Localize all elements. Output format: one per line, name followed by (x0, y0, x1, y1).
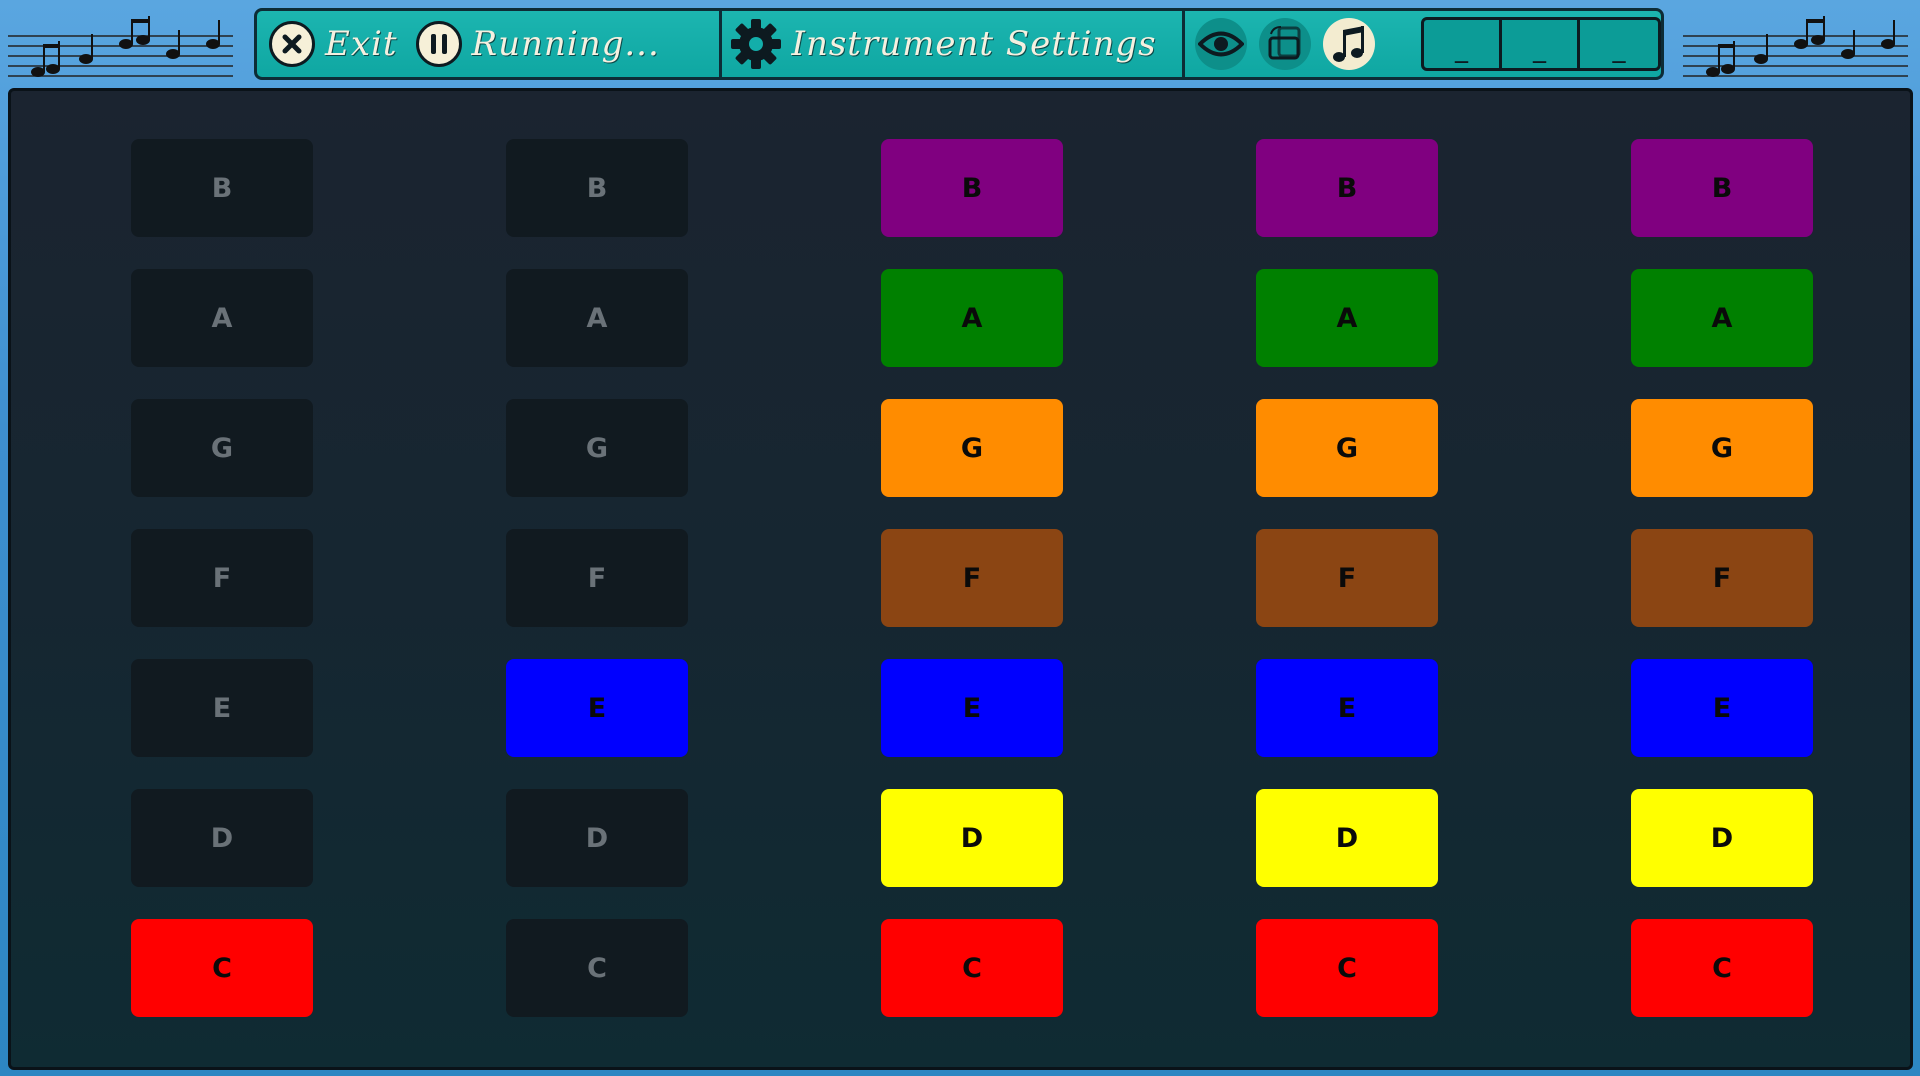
top-toolbar: Exit Running... Instrument Settings _ _ … (254, 8, 1664, 80)
note-key-e[interactable]: E (1631, 659, 1813, 757)
segment-button-3[interactable]: _ (1580, 20, 1658, 68)
running-status-label: Running... (471, 24, 660, 64)
instrument-settings-button[interactable]: Instrument Settings (730, 18, 1157, 70)
playback-controls: Exit Running... (257, 11, 722, 77)
music-staff-decoration-left (8, 16, 233, 77)
note-key-b[interactable]: B (881, 139, 1063, 237)
note-key-g[interactable]: G (1256, 399, 1438, 497)
segment-button-1[interactable]: _ (1424, 20, 1502, 68)
note-key-d[interactable]: D (131, 789, 313, 887)
note-board: BAGFEDCBAGFEDCBAGFEDCBAGFEDCBAGFEDC (8, 88, 1913, 1070)
rotate-button[interactable] (1259, 18, 1311, 70)
music-mode-button[interactable] (1323, 18, 1375, 70)
note-key-b[interactable]: B (1631, 139, 1813, 237)
note-column-2: BAGFEDC (506, 139, 688, 1049)
note-key-d[interactable]: D (1631, 789, 1813, 887)
note-key-g[interactable]: G (131, 399, 313, 497)
pause-circle-icon (415, 21, 462, 67)
note-key-a[interactable]: A (1631, 269, 1813, 367)
note-column-3: BAGFEDC (881, 139, 1063, 1049)
note-column-5: BAGFEDC (1631, 139, 1813, 1049)
note-key-f[interactable]: F (1256, 529, 1438, 627)
note-key-c[interactable]: C (881, 919, 1063, 1017)
pause-button[interactable]: Running... (415, 21, 660, 67)
note-column-1: BAGFEDC (131, 139, 313, 1049)
note-key-a[interactable]: A (506, 269, 688, 367)
instrument-settings-label: Instrument Settings (791, 24, 1157, 64)
exit-button[interactable]: Exit (269, 21, 398, 67)
eye-icon (1198, 29, 1244, 59)
note-key-c[interactable]: C (131, 919, 313, 1017)
music-note-icon (1330, 24, 1368, 64)
note-key-d[interactable]: D (506, 789, 688, 887)
segment-button-2[interactable]: _ (1502, 20, 1580, 68)
note-key-a[interactable]: A (881, 269, 1063, 367)
note-key-f[interactable]: F (131, 529, 313, 627)
note-key-f[interactable]: F (881, 529, 1063, 627)
note-key-d[interactable]: D (881, 789, 1063, 887)
note-key-b[interactable]: B (506, 139, 688, 237)
note-key-e[interactable]: E (506, 659, 688, 757)
rotate-device-icon (1265, 24, 1305, 64)
note-key-d[interactable]: D (1256, 789, 1438, 887)
note-key-e[interactable]: E (1256, 659, 1438, 757)
close-circle-icon (269, 21, 315, 67)
note-column-4: BAGFEDC (1256, 139, 1438, 1049)
note-key-b[interactable]: B (1256, 139, 1438, 237)
settings-section: Instrument Settings (722, 11, 1185, 77)
music-staff-decoration-right (1683, 16, 1908, 77)
note-key-g[interactable]: G (1631, 399, 1813, 497)
note-key-c[interactable]: C (506, 919, 688, 1017)
note-key-c[interactable]: C (1631, 919, 1813, 1017)
note-key-a[interactable]: A (131, 269, 313, 367)
note-key-e[interactable]: E (881, 659, 1063, 757)
note-key-c[interactable]: C (1256, 919, 1438, 1017)
gear-icon (730, 18, 782, 70)
segment-selector: _ _ _ (1421, 17, 1661, 71)
view-toggle-button[interactable] (1195, 18, 1247, 70)
note-key-f[interactable]: F (1631, 529, 1813, 627)
note-key-b[interactable]: B (131, 139, 313, 237)
note-key-g[interactable]: G (881, 399, 1063, 497)
note-key-g[interactable]: G (506, 399, 688, 497)
note-key-f[interactable]: F (506, 529, 688, 627)
view-controls: _ _ _ (1185, 11, 1661, 77)
note-key-a[interactable]: A (1256, 269, 1438, 367)
note-key-e[interactable]: E (131, 659, 313, 757)
exit-label: Exit (325, 24, 398, 64)
